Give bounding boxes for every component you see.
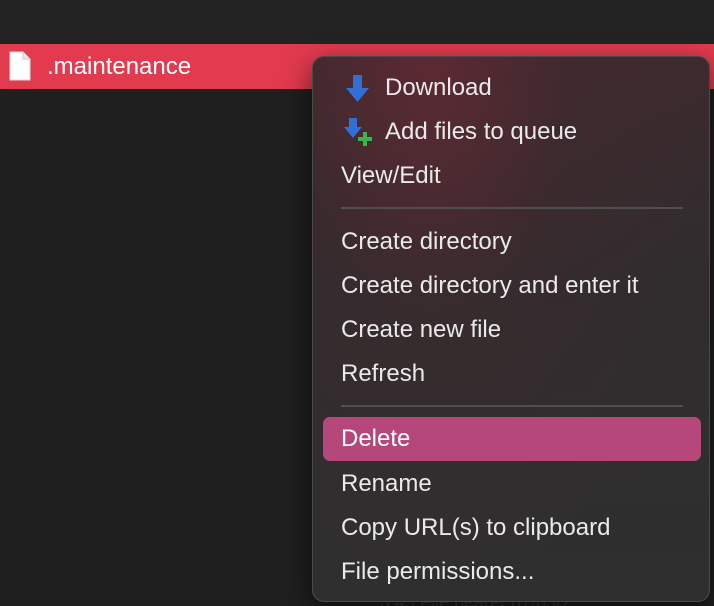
menu-item-copy-url[interactable]: Copy URL(s) to clipboard <box>323 506 701 550</box>
menu-item-view-edit[interactable]: View/Edit <box>323 154 701 198</box>
menu-item-label: View/Edit <box>341 162 441 189</box>
menu-item-add-to-queue[interactable]: Add files to queue <box>323 110 701 154</box>
menu-item-rename[interactable]: Rename <box>323 462 701 506</box>
menu-item-create-directory-and-enter[interactable]: Create directory and enter it <box>323 264 701 308</box>
menu-item-label: Add files to queue <box>385 118 578 145</box>
menu-separator <box>341 405 683 407</box>
menu-item-label: Create directory and enter it <box>341 272 639 299</box>
download-arrow-icon <box>346 75 369 102</box>
menu-item-delete[interactable]: Delete <box>323 417 701 461</box>
menu-item-label: File permissions... <box>341 558 535 585</box>
menu-item-download[interactable]: Download <box>323 66 701 110</box>
menu-item-label: Refresh <box>341 360 426 387</box>
menu-item-label: Download <box>385 74 492 101</box>
file-manager-view: .maintenance 3.45 File bearer 07/05/2 Do… <box>0 0 714 606</box>
menu-item-create-new-file[interactable]: Create new file <box>323 308 701 352</box>
context-menu: Download Add files to queue View/Edit Cr… <box>312 56 710 602</box>
list-header-area <box>0 0 714 44</box>
menu-item-label: Create directory <box>341 228 512 255</box>
document-icon <box>9 51 31 81</box>
menu-item-file-permissions[interactable]: File permissions... <box>323 550 701 594</box>
menu-item-label: Create new file <box>341 316 502 343</box>
menu-item-label: Rename <box>341 470 432 497</box>
menu-item-create-directory[interactable]: Create directory <box>323 220 701 264</box>
file-name: .maintenance <box>47 53 192 80</box>
add-to-queue-icon <box>344 118 372 146</box>
menu-item-refresh[interactable]: Refresh <box>323 352 701 396</box>
menu-item-label: Copy URL(s) to clipboard <box>341 514 611 541</box>
menu-separator <box>341 207 683 209</box>
menu-item-label: Delete <box>341 425 411 452</box>
